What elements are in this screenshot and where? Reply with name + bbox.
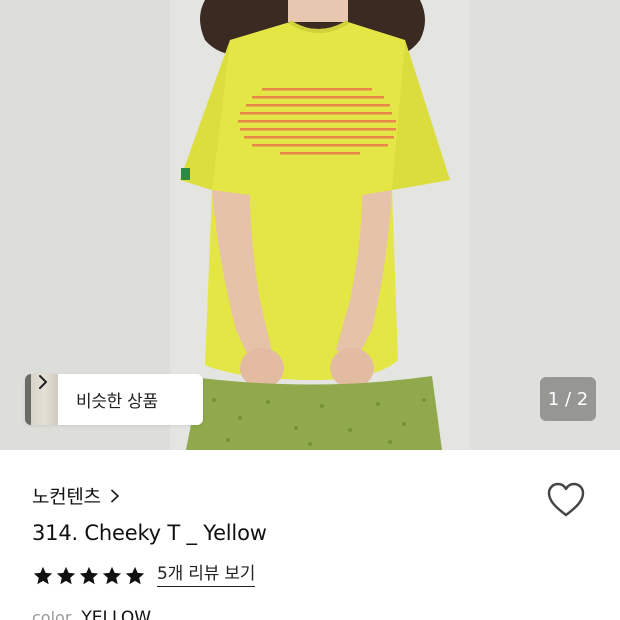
skirt [186,376,442,450]
brand-name: 노컨텐츠 [32,486,101,508]
brand-link[interactable]: 노컨텐츠 [32,482,121,509]
star-filled-icon [56,566,76,584]
star-filled-icon [125,566,145,584]
color-option-value: YELLOW [81,608,152,620]
chevron-right-icon [110,489,119,502]
color-option: color YELLOW [32,608,151,620]
heart-outline-icon[interactable] [546,481,586,519]
rating-row: 5개 리뷰 보기 [32,564,255,587]
image-page-indicator: 1 / 2 [540,377,596,421]
star-filled-icon [33,566,53,584]
rating-stars [32,565,146,587]
similar-products-label: 비슷한 상품 [76,392,158,412]
view-reviews-link[interactable]: 5개 리뷰 보기 [157,564,255,587]
star-filled-icon [79,566,99,584]
star-filled-icon [102,566,122,584]
product-image[interactable]: 비슷한 상품 1 / 2 [0,0,620,450]
product-title: 314. Cheeky T _ Yellow [32,521,267,545]
similar-products-button[interactable]: 비슷한 상품 [25,374,203,425]
color-option-label: color [32,608,72,620]
chevron-right-icon [39,375,47,389]
